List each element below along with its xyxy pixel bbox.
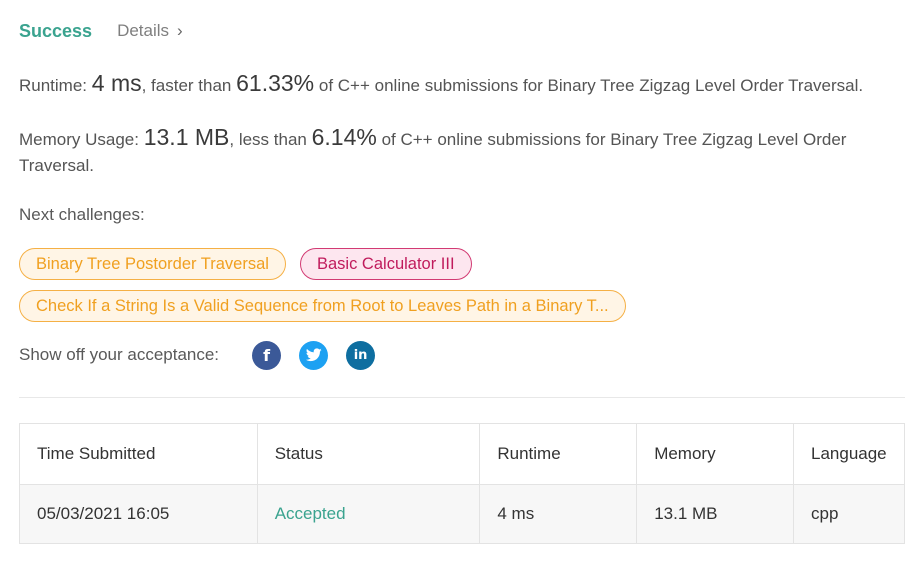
runtime-stat: Runtime: 4 ms, faster than 61.33% of C++… [19,70,889,99]
share-row: Show off your acceptance: f in [19,340,376,370]
cell-status: Accepted [256,484,481,544]
linkedin-icon[interactable]: in [346,340,376,370]
runtime-percent: 61.33% [236,70,315,96]
column-header-language: Language [793,423,905,485]
memory-value: 13.1 MB [143,124,230,150]
facebook-icon[interactable]: f [252,340,282,370]
table-header-row: Time Submitted Status Runtime Memory Lan… [19,423,905,485]
column-header-memory: Memory [636,423,794,485]
details-link-label[interactable]: Details [117,21,169,41]
section-divider [19,397,905,398]
submissions-table: Time Submitted Status Runtime Memory Lan… [19,423,905,544]
cell-runtime: 4 ms [479,484,638,544]
result-header: Success Details › [19,19,183,43]
table-row: 05/03/2021 16:05 Accepted 4 ms 13.1 MB c… [19,484,905,544]
chevron-right-icon[interactable]: › [177,21,183,41]
runtime-mid-text: , faster than [141,76,232,95]
column-header-runtime: Runtime [479,423,638,485]
memory-percent: 6.14% [311,124,377,150]
challenge-chip-basic-calculator-iii[interactable]: Basic Calculator III [300,248,472,280]
cell-language: cpp [793,484,905,544]
column-header-status: Status [256,423,481,485]
twitter-icon[interactable] [299,340,329,370]
challenge-chip-binary-tree-postorder[interactable]: Binary Tree Postorder Traversal [19,248,286,280]
memory-label: Memory Usage: [19,130,139,149]
next-challenges-title: Next challenges: [19,205,145,224]
details-link[interactable]: Details › [117,21,183,41]
share-label: Show off your acceptance: [19,345,220,364]
status-success-label: Success [19,20,93,41]
accepted-status-link[interactable]: Accepted [275,504,346,523]
runtime-value: 4 ms [91,70,142,96]
runtime-label: Runtime: [19,76,88,95]
cell-memory: 13.1 MB [636,484,794,544]
twitter-bird-icon[interactable] [305,348,322,362]
runtime-tail-text: of C++ online submissions for Binary Tre… [318,76,864,95]
challenge-chip-valid-sequence[interactable]: Check If a String Is a Valid Sequence fr… [19,290,626,322]
column-header-time: Time Submitted [19,423,258,485]
cell-time-submitted: 05/03/2021 16:05 [19,484,258,544]
memory-stat: Memory Usage: 13.1 MB, less than 6.14% o… [19,124,889,179]
memory-mid-text: , less than [229,130,307,149]
